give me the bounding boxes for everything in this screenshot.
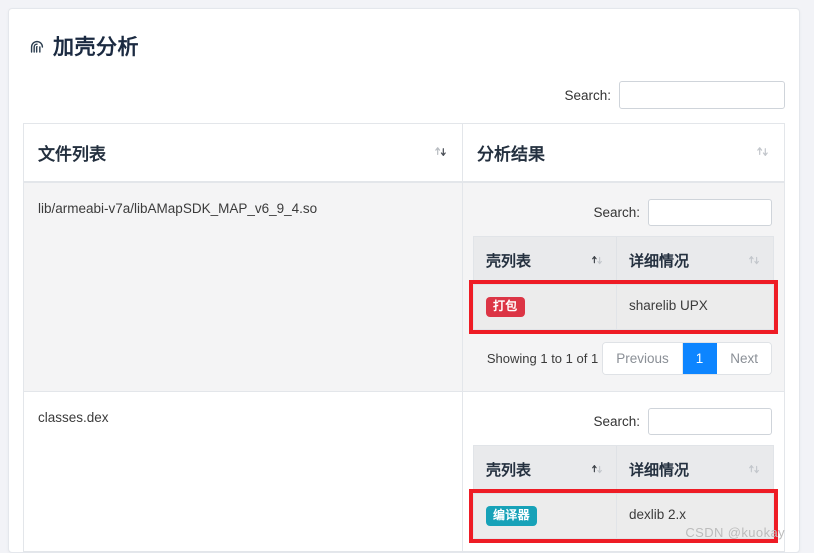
- pagination-info: Showing 1 to 1 of 1: [486, 351, 599, 367]
- status-badge: 打包: [486, 297, 525, 318]
- column-header-shell-list-label: 壳列表: [486, 462, 532, 480]
- inner-search-input[interactable]: [648, 199, 772, 226]
- column-header-shell-list[interactable]: 壳列表: [474, 237, 617, 284]
- sort-asc-icon: [590, 463, 604, 477]
- panel-card: 加壳分析 Search: 文件列表 分析结果 lib/armeabi-v7a/l…: [8, 8, 800, 553]
- sort-both-icon: [433, 145, 448, 160]
- inner-search-label: Search:: [593, 414, 640, 430]
- pagination-row: Showing 1 to 1 of 1 Previous 1 Next: [473, 330, 774, 379]
- status-badge: 编译器: [486, 506, 537, 527]
- column-header-shell-list[interactable]: 壳列表: [474, 446, 617, 494]
- sort-asc-icon: [590, 254, 604, 268]
- shell-row[interactable]: 打包 sharelib UPX: [469, 280, 778, 335]
- outer-table-header: 文件列表 分析结果: [24, 124, 784, 183]
- sort-both-icon: [747, 463, 761, 477]
- column-header-detail-label: 详细情况: [629, 253, 690, 270]
- shell-badge-cell: 打包: [474, 285, 617, 330]
- file-path-cell: lib/armeabi-v7a/libAMapSDK_MAP_v6_9_4.so: [24, 183, 463, 392]
- outer-search-label: Search:: [564, 87, 611, 103]
- table-row[interactable]: lib/armeabi-v7a/libAMapSDK_MAP_v6_9_4.so…: [24, 183, 784, 393]
- shell-detail-cell: dexlib 2.x: [629, 507, 687, 523]
- inner-search-row: Search:: [473, 193, 774, 236]
- inner-search-input[interactable]: [648, 408, 772, 436]
- sort-both-icon: [755, 145, 770, 160]
- file-analysis-table: 文件列表 分析结果 lib/armeabi-v7a/libAMapSDK_MAP…: [23, 123, 785, 552]
- inner-search-row: Search:: [473, 402, 774, 445]
- column-header-shell-list-label: 壳列表: [486, 253, 532, 270]
- outer-search-input[interactable]: [619, 81, 785, 109]
- table-row[interactable]: classes.dex Search: 壳列表 详细情况 编译器 dexlib …: [24, 392, 784, 552]
- shell-list-table: 壳列表 详细情况: [469, 236, 778, 335]
- pagination-controls: Previous 1 Next: [602, 342, 772, 376]
- shell-detail-cell: sharelib UPX: [629, 298, 708, 313]
- pagination-previous-button[interactable]: Previous: [603, 343, 683, 375]
- inner-search-label: Search:: [593, 205, 640, 220]
- shell-badge-cell: 编译器: [474, 494, 617, 539]
- analysis-result-cell: Search: 壳列表 详细情况: [463, 183, 784, 391]
- page-title-text: 加壳分析: [53, 36, 139, 59]
- column-header-detail-label: 详细情况: [629, 462, 690, 480]
- column-header-analysis-result[interactable]: 分析结果: [463, 124, 784, 181]
- inner-table-header: 壳列表 详细情况: [474, 446, 773, 495]
- shell-list-table: 壳列表 详细情况: [469, 445, 778, 544]
- pagination-page-1-button[interactable]: 1: [682, 343, 718, 375]
- column-header-file-list[interactable]: 文件列表: [24, 124, 463, 181]
- column-header-detail[interactable]: 详细情况: [617, 237, 773, 284]
- file-path-cell: classes.dex: [24, 392, 463, 552]
- column-header-analysis-result-label: 分析结果: [477, 145, 545, 164]
- outer-search-row: Search:: [9, 61, 799, 109]
- column-header-detail[interactable]: 详细情况: [617, 446, 773, 493]
- column-header-file-list-label: 文件列表: [38, 145, 106, 164]
- sort-both-icon: [747, 254, 761, 268]
- page-title: 加壳分析: [9, 9, 799, 61]
- analysis-result-cell: Search: 壳列表 详细情况: [463, 392, 784, 551]
- fingerprint-icon: [27, 37, 47, 57]
- inner-table-header: 壳列表 详细情况: [474, 237, 773, 285]
- pagination-next-button[interactable]: Next: [717, 343, 771, 375]
- shell-row[interactable]: 编译器 dexlib 2.x: [469, 489, 778, 544]
